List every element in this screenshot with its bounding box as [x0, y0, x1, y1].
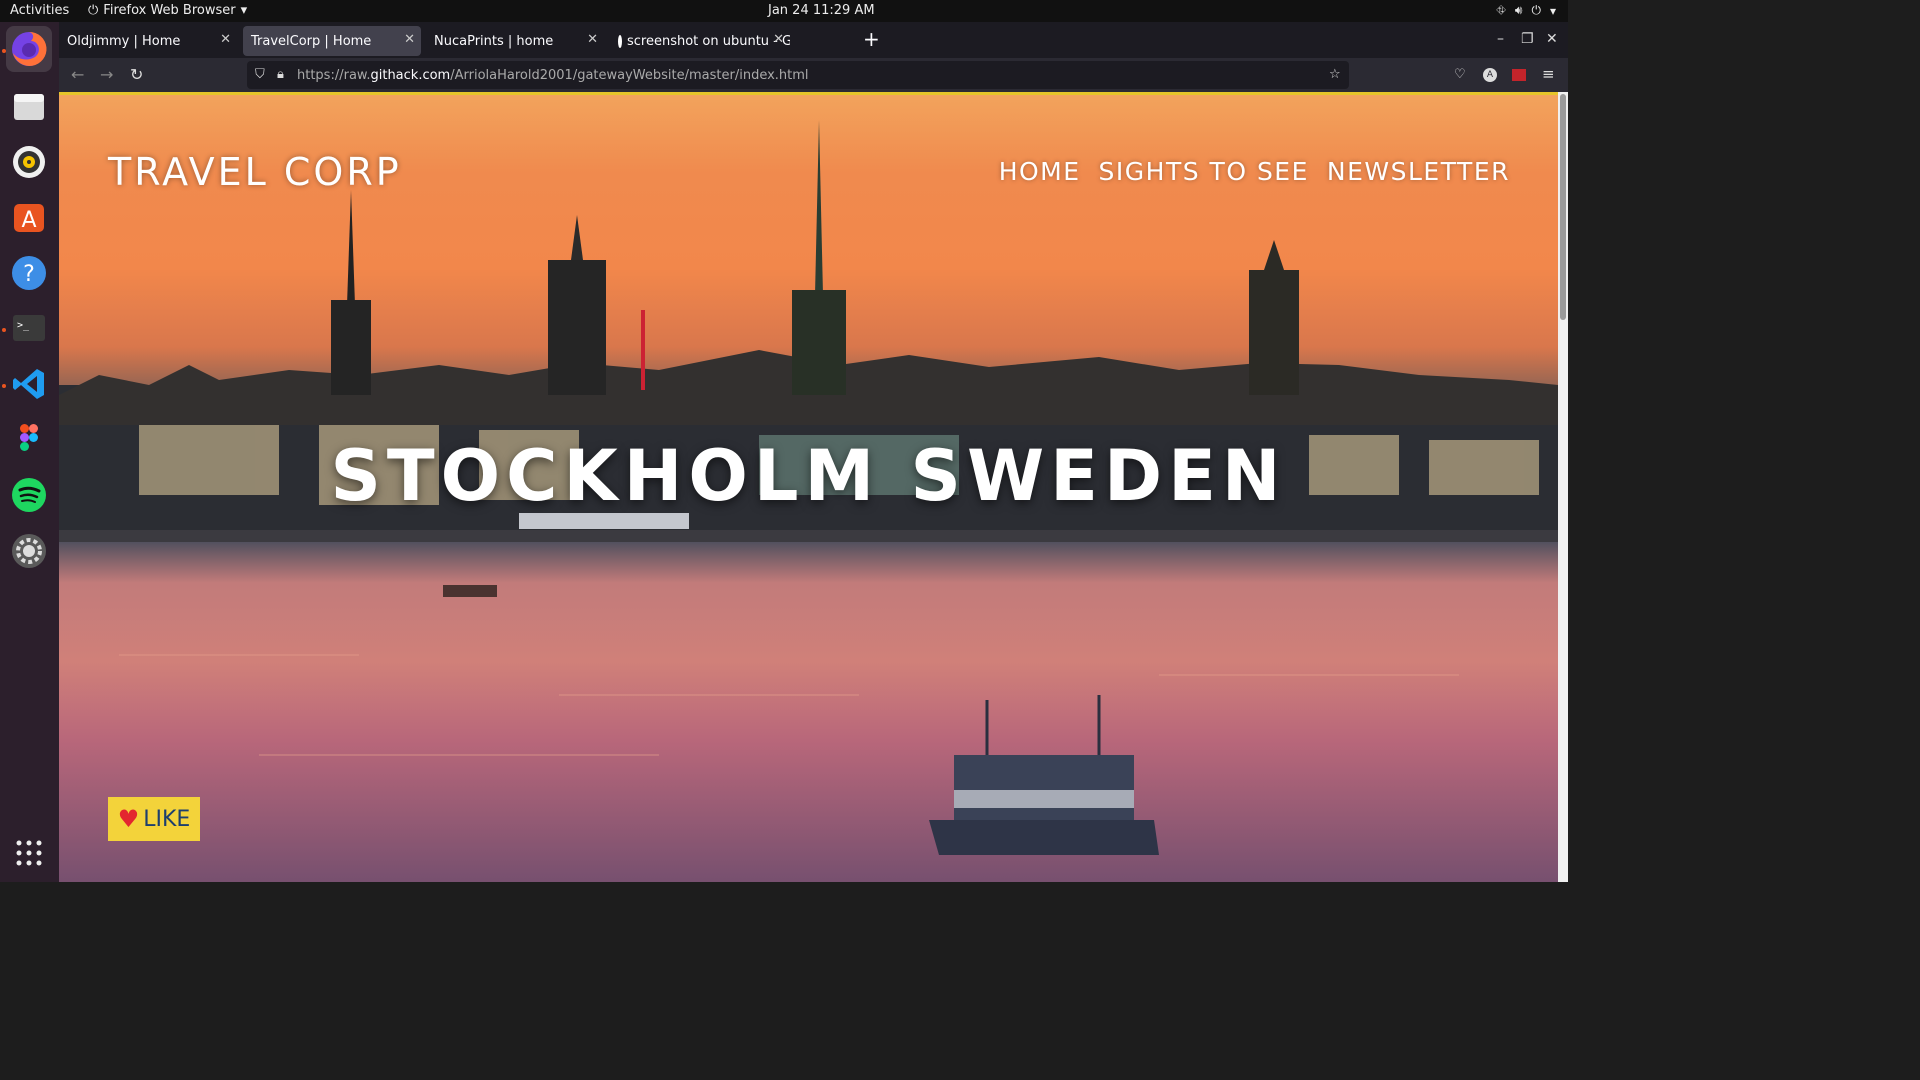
page-scrollbar[interactable]	[1558, 92, 1568, 882]
volume-icon: 🔊︎	[1514, 3, 1523, 17]
svg-text:?: ?	[23, 262, 35, 287]
rhythmbox-icon	[13, 146, 45, 178]
reload-icon[interactable]: ↻	[130, 65, 143, 84]
shield-icon[interactable]: ⛉	[255, 67, 265, 82]
navigation-toolbar: ← → ↻ ⛉ 🔒︎ https://raw. githack.com/Arrio…	[59, 58, 1568, 92]
chevron-down-icon: ▾	[1549, 3, 1556, 18]
dock-rhythmbox[interactable]	[6, 139, 52, 185]
minimize-icon[interactable]: –	[1497, 31, 1504, 47]
system-top-bar: Activities ⏻ Firefox Web Browser ▾ Jan 2…	[0, 0, 1568, 22]
heart-icon: ♥	[117, 805, 140, 833]
power-icon: ⏻	[1531, 3, 1541, 17]
url-bar[interactable]: ⛉ 🔒︎ https://raw. githack.com/ArriolaHaro…	[247, 61, 1349, 89]
site-nav: HOME SIGHTS TO SEE NEWSLETTER	[999, 157, 1510, 186]
tab-label: Oldjimmy | Home	[67, 33, 181, 49]
extension-icon[interactable]	[1512, 69, 1526, 81]
nav-sights-link[interactable]: SIGHTS TO SEE	[1099, 157, 1309, 186]
settings-gear-icon	[12, 534, 46, 568]
account-avatar-icon[interactable]: A	[1483, 68, 1497, 82]
lock-icon[interactable]: 🔒︎	[277, 67, 284, 82]
pocket-icon[interactable]: ♡	[1454, 67, 1466, 82]
site-brand-logo[interactable]: TRAVEL CORP	[108, 150, 402, 194]
back-arrow-icon[interactable]: ←	[71, 65, 84, 84]
running-indicator	[2, 328, 6, 332]
close-tab-icon[interactable]: ✕	[404, 32, 415, 47]
close-tab-icon[interactable]: ✕	[220, 32, 231, 47]
chevron-down-icon: ▾	[240, 3, 248, 18]
nav-newsletter-link[interactable]: NEWSLETTER	[1327, 157, 1510, 186]
tab-nucaprints[interactable]: NucaPrints | home ✕	[426, 26, 604, 56]
dock-software[interactable]: A	[6, 194, 52, 240]
forward-arrow-icon[interactable]: →	[100, 65, 113, 84]
new-tab-button[interactable]: +	[863, 29, 880, 49]
dock-vscode[interactable]	[6, 361, 52, 407]
network-icon: ⛗	[1496, 3, 1506, 17]
google-favicon-icon	[618, 34, 622, 48]
firefox-icon	[12, 31, 47, 66]
close-window-icon[interactable]: ✕	[1546, 31, 1558, 47]
svg-text:A: A	[21, 208, 36, 233]
help-icon: ?	[12, 256, 46, 290]
hamburger-menu-icon[interactable]: ≡	[1542, 65, 1555, 83]
url-prefix: https://raw.	[297, 67, 371, 83]
spotify-icon	[12, 478, 46, 512]
dock-terminal[interactable]: >_	[6, 305, 52, 351]
folder-icon	[14, 94, 44, 120]
tab-google-search[interactable]: screenshot on ubuntu - G ✕	[610, 26, 790, 56]
app-grid-icon	[16, 840, 42, 866]
tab-label: TravelCorp | Home	[251, 33, 372, 49]
tab-label: NucaPrints | home	[434, 33, 554, 49]
like-button[interactable]: ♥ LIKE	[108, 797, 200, 841]
dock-firefox[interactable]	[6, 26, 52, 72]
tab-label: screenshot on ubuntu - G	[627, 33, 790, 49]
dock-app-grid[interactable]	[6, 830, 52, 876]
close-tab-icon[interactable]: ✕	[587, 32, 598, 47]
figma-icon	[20, 424, 38, 451]
tab-oldjimmy[interactable]: Oldjimmy | Home ✕	[59, 26, 237, 56]
tab-travelcorp[interactable]: TravelCorp | Home ✕	[243, 26, 421, 56]
system-tray[interactable]: ⛗ 🔊︎ ⏻ ▾	[1496, 3, 1556, 18]
terminal-icon: >_	[13, 315, 45, 341]
app-menu[interactable]: ⏻ Firefox Web Browser ▾	[88, 3, 247, 18]
like-label: LIKE	[143, 806, 191, 832]
clock[interactable]: Jan 24 11:29 AM	[768, 3, 875, 18]
power-app-icon: ⏻	[88, 3, 99, 18]
vscode-icon	[13, 369, 44, 399]
dock: A ? >_	[0, 22, 59, 882]
dock-spotify[interactable]	[6, 472, 52, 518]
webpage: TRAVEL CORP HOME SIGHTS TO SEE NEWSLETTE…	[59, 92, 1558, 882]
tab-strip: Oldjimmy | Home ✕ TravelCorp | Home ✕ Nu…	[59, 22, 1568, 58]
close-tab-icon[interactable]: ✕	[773, 32, 784, 47]
software-center-icon: A	[14, 204, 44, 233]
bookmark-star-icon[interactable]: ☆	[1329, 67, 1341, 82]
dock-files[interactable]	[6, 83, 52, 129]
running-indicator	[2, 49, 6, 53]
scrollbar-thumb[interactable]	[1560, 94, 1566, 320]
dock-help[interactable]: ?	[6, 250, 52, 296]
activities-button[interactable]: Activities	[10, 3, 69, 18]
dock-figma[interactable]	[6, 416, 52, 462]
url-path: /ArriolaHarold2001/gatewayWebsite/master…	[450, 67, 809, 83]
dock-settings[interactable]	[6, 528, 52, 574]
app-menu-label: Firefox Web Browser	[103, 3, 236, 18]
hero-title: STOCKHOLM SWEDEN	[330, 435, 1287, 517]
nav-home-link[interactable]: HOME	[999, 157, 1081, 186]
url-domain: githack.com	[370, 67, 451, 83]
running-indicator	[2, 384, 6, 388]
restore-icon[interactable]: ❐	[1521, 31, 1534, 47]
svg-text:>_: >_	[17, 320, 30, 331]
